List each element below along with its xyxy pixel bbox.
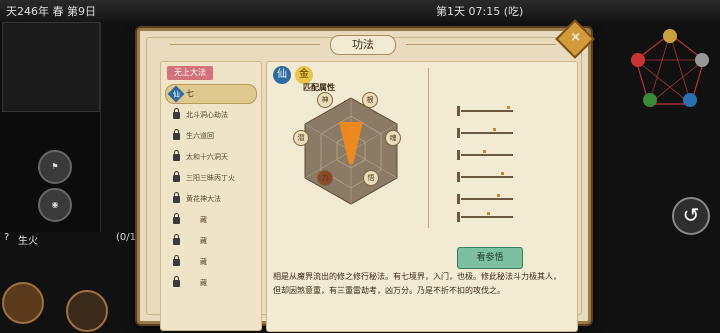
list-item[interactable]: 太和十六洞天 (165, 148, 255, 166)
lock-icon (173, 275, 180, 287)
skill-name: 七 (186, 89, 194, 98)
date-label: 天246年 春 第9日 (6, 5, 96, 18)
minimap[interactable] (2, 22, 100, 112)
gourd-icon[interactable] (2, 282, 44, 324)
eye-icon[interactable]: ◉ (38, 188, 72, 222)
radar-node-qian: 潜 (293, 130, 309, 146)
help-icon[interactable]: ? (4, 232, 9, 243)
list-item[interactable]: 三阳三眛丙丁火 (165, 169, 255, 187)
list-item[interactable]: 藏 (165, 274, 255, 292)
list-category[interactable]: 无上大法 (167, 66, 213, 80)
divider (428, 68, 429, 228)
attribute-radar-chart (304, 97, 398, 205)
multiplayer-icon[interactable]: ⚑ (38, 150, 72, 184)
stat-bar (457, 124, 517, 138)
lock-icon (173, 233, 180, 245)
radar-node-shen: 神 (317, 92, 333, 108)
lock-icon (173, 107, 180, 119)
wuxing-wheel[interactable] (628, 28, 712, 112)
skill-detail: 仙 金 匹配属性 神 根 魂 悟 力 潜 看参悟 相是从魔界流出的修之修行秘法。… (266, 61, 578, 332)
list-item[interactable]: 藏 (165, 211, 255, 229)
list-item-selected[interactable]: 仙七 (165, 84, 257, 104)
lock-icon (173, 212, 180, 224)
top-status-bar: 天246年 春 第9日 第1天 07:15 (吃) (0, 0, 720, 22)
list-item[interactable]: 北斗洞心劫法 (165, 106, 255, 124)
radar-node-gen: 根 (362, 92, 378, 108)
stat-bar (457, 102, 517, 116)
metal-icon (695, 53, 709, 67)
back-button[interactable]: ↺ (672, 197, 710, 235)
dialog-title: 功法 (330, 35, 396, 55)
character-icon[interactable] (66, 290, 108, 332)
fire-icon (631, 53, 645, 67)
skill-description: 相是从魔界流出的修之修行秘法。有七境界，入门，也极。修此秘法斗力极其人，但却因煞… (273, 272, 561, 295)
stat-bar (457, 146, 517, 160)
stat-bar (457, 208, 517, 222)
radar-node-wu: 悟 (363, 170, 379, 186)
task-count: (0/1 (116, 232, 136, 243)
list-item[interactable]: 藏 (165, 232, 255, 250)
task-status: ? 生火 (0/1 (0, 230, 140, 248)
close-icon: ✕ (570, 30, 582, 46)
earth-icon (663, 29, 677, 43)
list-item[interactable]: 藏 (165, 253, 255, 271)
radar-node-li: 力 (317, 170, 333, 186)
skill-list[interactable]: 无上大法 仙七 北斗洞心劫法 生六道回 太和十六洞天 三阳三眛丙丁火 黄花神大法… (160, 61, 262, 331)
list-item[interactable]: 黄花神大法 (165, 190, 255, 208)
lock-icon (173, 149, 180, 161)
lock-icon (173, 254, 180, 266)
immortal-badge-icon: 仙 (167, 85, 185, 102)
stat-bar (457, 168, 517, 182)
immortal-badge: 仙 (273, 66, 291, 84)
lock-icon (173, 170, 180, 182)
day-time-label: 第1天 07:15 (吃) (436, 5, 524, 18)
skill-dialog: 功法 ✕ 无上大法 仙七 北斗洞心劫法 生六道回 太和十六洞天 三阳三眛丙丁火 … (137, 19, 595, 332)
wood-icon (643, 93, 657, 107)
water-icon (683, 93, 697, 107)
view-comprehension-button[interactable]: 看参悟 (457, 247, 523, 269)
task-label: 生火 (18, 236, 38, 247)
radar-node-hun: 魂 (385, 130, 401, 146)
list-item[interactable]: 生六道回 (165, 127, 255, 145)
lock-icon (173, 128, 180, 140)
lock-icon (173, 191, 180, 203)
stat-bar (457, 190, 517, 204)
